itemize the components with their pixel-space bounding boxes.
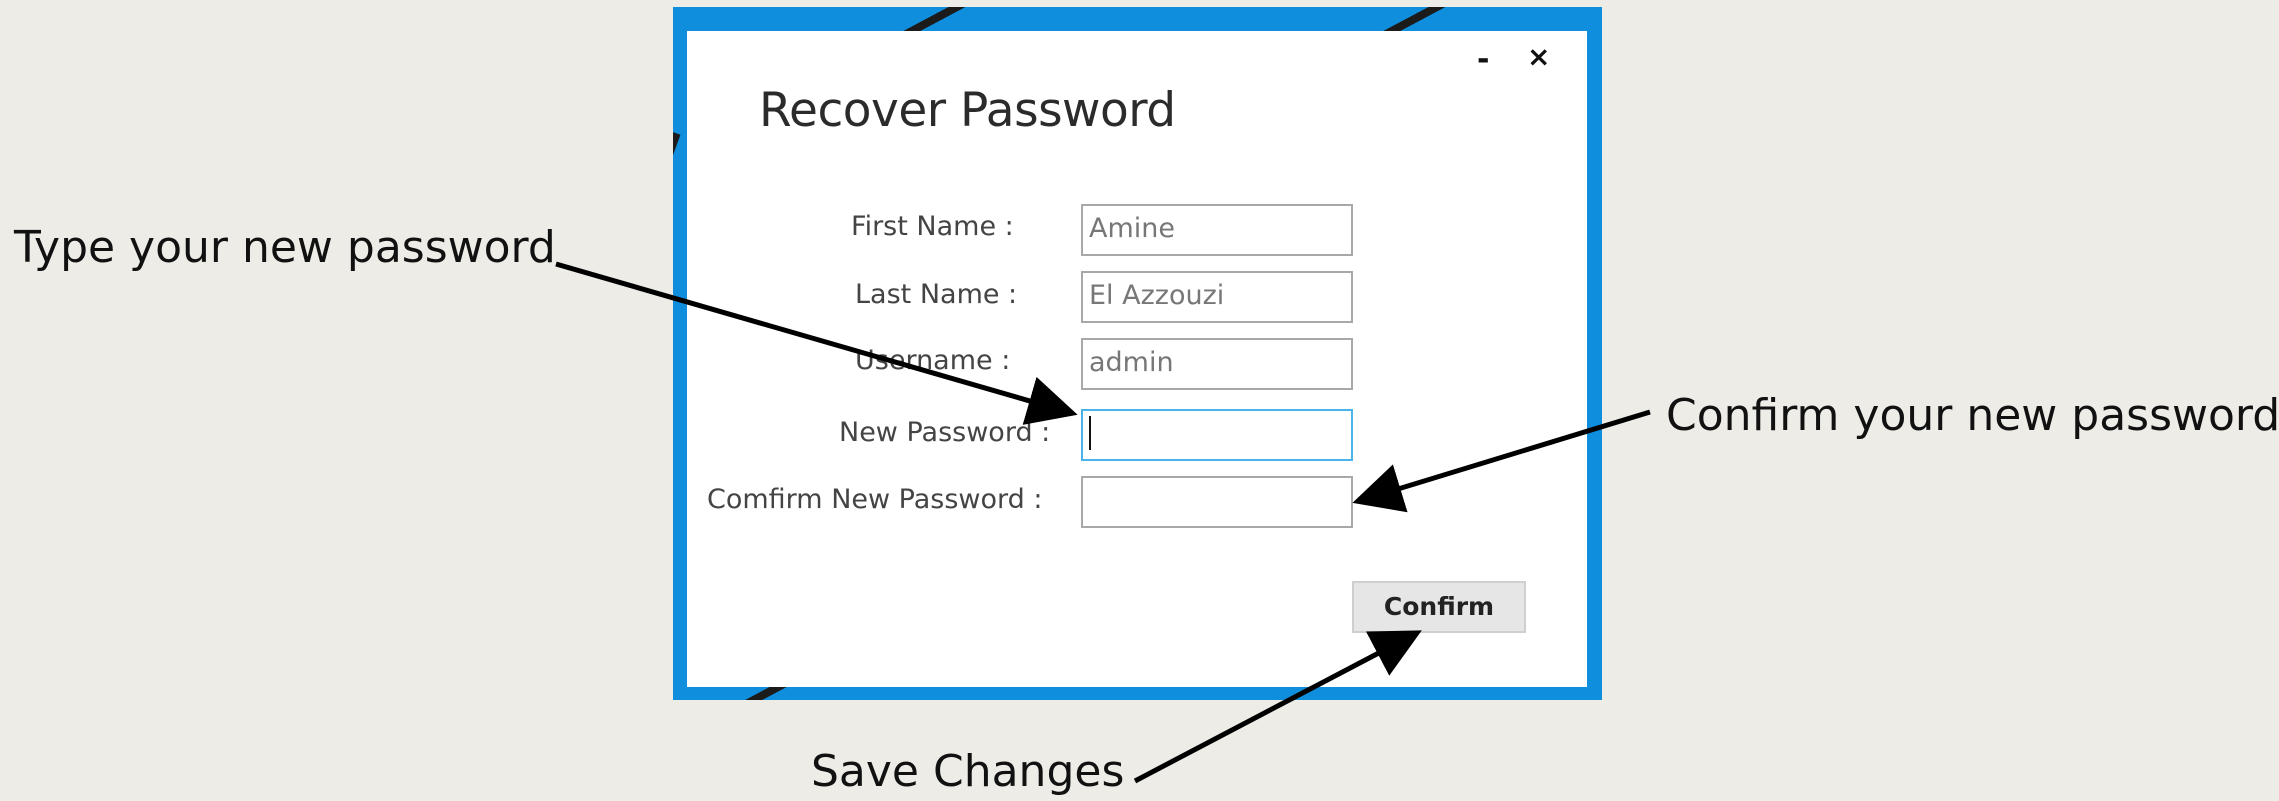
window-content: Recover Password - × First Name : Amine …: [687, 31, 1587, 687]
username-label: Username :: [855, 345, 1011, 376]
annotation-save-changes: Save Changes: [811, 746, 1125, 797]
annotation-confirm-password: Confirm your new password: [1666, 390, 2279, 441]
recover-password-window: Recover Password - × First Name : Amine …: [673, 7, 1602, 700]
confirm-password-field[interactable]: [1081, 476, 1353, 528]
first-name-field[interactable]: Amine: [1081, 204, 1353, 256]
frame-stripe-decoration: [673, 132, 681, 173]
minimize-button[interactable]: -: [1477, 45, 1489, 75]
first-name-label: First Name :: [851, 211, 1014, 242]
text-caret: [1089, 416, 1091, 450]
annotation-new-password: Type your new password: [14, 222, 556, 273]
first-name-value: Amine: [1089, 213, 1175, 244]
window-title: Recover Password: [759, 83, 1176, 138]
close-button[interactable]: ×: [1527, 43, 1550, 71]
last-name-value: El Azzouzi: [1089, 280, 1225, 311]
confirm-password-label: Comfirm New Password :: [707, 484, 1043, 515]
new-password-field[interactable]: [1081, 409, 1353, 461]
new-password-label: New Password :: [839, 417, 1051, 448]
last-name-field[interactable]: El Azzouzi: [1081, 271, 1353, 323]
confirm-button[interactable]: Confirm: [1352, 581, 1526, 633]
username-field[interactable]: admin: [1081, 338, 1353, 390]
last-name-label: Last Name :: [855, 279, 1018, 310]
username-value: admin: [1089, 347, 1174, 378]
